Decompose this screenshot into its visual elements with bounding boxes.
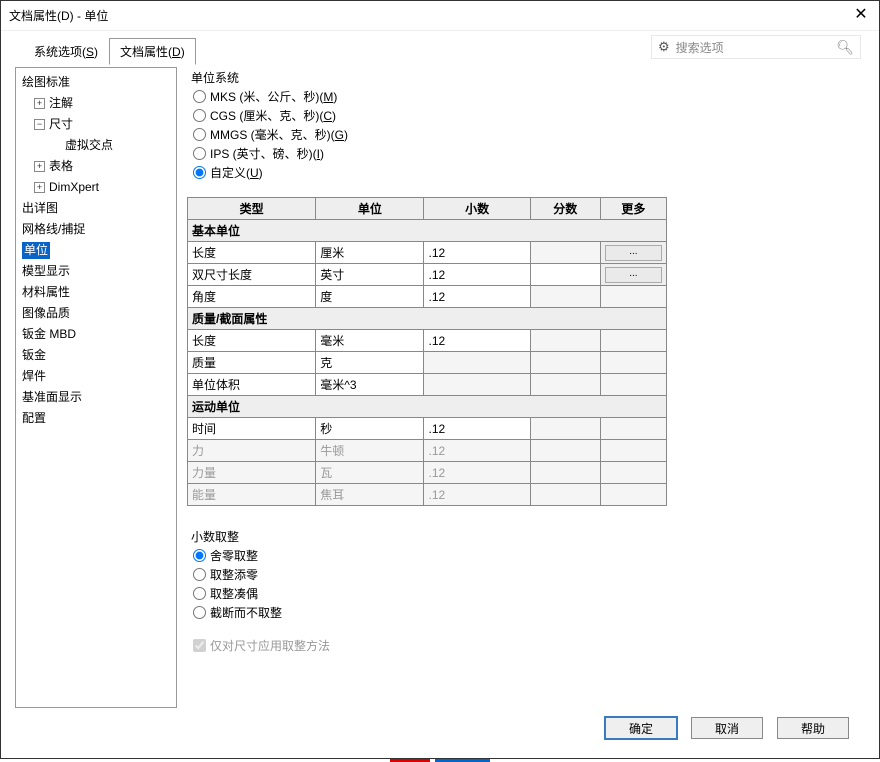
rounding-group: 小数取整 舍零取整 取整添零 取整凑偶 截断而不取整 bbox=[187, 528, 865, 621]
tree-item-model-display[interactable]: 模型显示 bbox=[18, 261, 174, 282]
nav-tree: 绘图标准 +注解 −尺寸 虚拟交点 +表格 +DimXpert 出详图 网格线/… bbox=[15, 67, 177, 708]
col-unit: 单位 bbox=[316, 198, 424, 220]
tree-item-units[interactable]: 单位 bbox=[18, 240, 174, 261]
cell-unit[interactable]: 毫米 bbox=[316, 330, 424, 352]
row-force: 力 牛顿 .12 bbox=[188, 440, 667, 462]
row-dual-length: 双尺寸长度 英寸 .12 ... bbox=[188, 264, 667, 286]
cell-decimals[interactable]: .12 bbox=[424, 242, 530, 264]
magnifier-icon: 🔍︎ bbox=[836, 39, 854, 56]
tree-item-configurations[interactable]: 配置 bbox=[18, 408, 174, 429]
more-button[interactable]: ... bbox=[605, 245, 662, 261]
tree-item-image-quality[interactable]: 图像品质 bbox=[18, 303, 174, 324]
col-decimals: 小数 bbox=[424, 198, 530, 220]
tab-system-options[interactable]: 系统选项(S) bbox=[23, 38, 109, 65]
titlebar: 文档属性(D) - 单位 ✕ bbox=[1, 1, 879, 31]
more-button[interactable]: ... bbox=[605, 267, 662, 283]
search-placeholder: 搜索选项 bbox=[676, 39, 724, 56]
cell-decimals[interactable]: .12 bbox=[424, 264, 530, 286]
tree-item-annotation[interactable]: +注解 bbox=[18, 93, 174, 114]
tab-bar: 系统选项(S) 文档属性(D) ⚙ 搜索选项 🔍︎ bbox=[1, 31, 879, 65]
gear-icon: ⚙ bbox=[658, 39, 670, 55]
cell-decimals[interactable]: .12 bbox=[424, 418, 530, 440]
tree-item-material-props[interactable]: 材料属性 bbox=[18, 282, 174, 303]
rounding-label: 小数取整 bbox=[191, 528, 865, 545]
unit-system-label: 单位系统 bbox=[191, 69, 865, 86]
search-input[interactable]: ⚙ 搜索选项 🔍︎ bbox=[651, 35, 861, 59]
tree-item-plane-display[interactable]: 基准面显示 bbox=[18, 387, 174, 408]
row-mass-length: 长度 毫米 .12 bbox=[188, 330, 667, 352]
expand-icon[interactable]: + bbox=[34, 161, 45, 172]
cell-unit[interactable]: 度 bbox=[316, 286, 424, 308]
tab-document-properties[interactable]: 文档属性(D) bbox=[109, 38, 196, 65]
row-power: 力量 瓦 .12 bbox=[188, 462, 667, 484]
help-button[interactable]: 帮助 bbox=[777, 717, 849, 739]
expand-icon[interactable]: + bbox=[34, 182, 45, 193]
tree-item-drawing-standard[interactable]: 绘图标准 bbox=[18, 72, 174, 93]
tree-item-tables[interactable]: +表格 bbox=[18, 156, 174, 177]
tree-item-dimension[interactable]: −尺寸 bbox=[18, 114, 174, 135]
radio-round-half-away[interactable]: 舍零取整 bbox=[193, 547, 865, 564]
content-pane: 单位系统 MKS (米、公斤、秒)(M) CGS (厘米、克、秒)(C) MMG… bbox=[187, 67, 865, 708]
expand-icon[interactable]: + bbox=[34, 98, 45, 109]
section-basic-units: 基本单位 bbox=[188, 220, 667, 242]
tree-item-weldments[interactable]: 焊件 bbox=[18, 366, 174, 387]
section-mass-props: 质量/截面属性 bbox=[188, 308, 667, 330]
table-header-row: 类型 单位 小数 分数 更多 bbox=[188, 198, 667, 220]
cell-unit[interactable]: 毫米^3 bbox=[316, 374, 424, 396]
radio-truncate[interactable]: 截断而不取整 bbox=[193, 604, 865, 621]
unit-system-group: 单位系统 MKS (米、公斤、秒)(M) CGS (厘米、克、秒)(C) MMG… bbox=[187, 69, 865, 181]
row-unit-volume: 单位体积 毫米^3 bbox=[188, 374, 667, 396]
cell-unit[interactable]: 厘米 bbox=[316, 242, 424, 264]
row-angle: 角度 度 .12 bbox=[188, 286, 667, 308]
tree-item-detailing[interactable]: 出详图 bbox=[18, 198, 174, 219]
dialog-window: 文档属性(D) - 单位 ✕ 系统选项(S) 文档属性(D) ⚙ 搜索选项 🔍︎… bbox=[0, 0, 880, 759]
col-fractions: 分数 bbox=[530, 198, 600, 220]
close-icon[interactable]: ✕ bbox=[851, 5, 871, 25]
radio-mmgs[interactable]: MMGS (毫米、克、秒)(G) bbox=[193, 126, 865, 143]
radio-mks[interactable]: MKS (米、公斤、秒)(M) bbox=[193, 88, 865, 105]
cell-decimals[interactable]: .12 bbox=[424, 286, 530, 308]
row-mass: 质量 克 bbox=[188, 352, 667, 374]
radio-round-even[interactable]: 取整凑偶 bbox=[193, 585, 865, 602]
apply-rounding-checkbox: 仅对尺寸应用取整方法 bbox=[193, 637, 865, 654]
radio-round-half-zero[interactable]: 取整添零 bbox=[193, 566, 865, 583]
dialog-footer: 确定 取消 帮助 bbox=[15, 708, 865, 748]
tree-item-sheet-metal[interactable]: 钣金 bbox=[18, 345, 174, 366]
cell-decimals[interactable]: .12 bbox=[424, 330, 530, 352]
window-title: 文档属性(D) - 单位 bbox=[9, 7, 108, 24]
col-type: 类型 bbox=[188, 198, 316, 220]
collapse-icon[interactable]: − bbox=[34, 119, 45, 130]
row-energy: 能量 焦耳 .12 bbox=[188, 484, 667, 506]
cell-unit[interactable]: 英寸 bbox=[316, 264, 424, 286]
row-time: 时间 秒 .12 bbox=[188, 418, 667, 440]
radio-custom[interactable]: 自定义(U) bbox=[193, 164, 865, 181]
col-more: 更多 bbox=[600, 198, 666, 220]
units-table: 类型 单位 小数 分数 更多 基本单位 长度 厘米 .12 ... bbox=[187, 197, 667, 506]
tree-item-sheet-metal-mbd[interactable]: 钣金 MBD bbox=[18, 324, 174, 345]
cell-unit[interactable]: 秒 bbox=[316, 418, 424, 440]
tree-item-virtual-sharp[interactable]: 虚拟交点 bbox=[18, 135, 174, 156]
section-motion-units: 运动单位 bbox=[188, 396, 667, 418]
ok-button[interactable]: 确定 bbox=[605, 717, 677, 739]
tree-item-dimxpert[interactable]: +DimXpert bbox=[18, 177, 174, 198]
cell-unit[interactable]: 克 bbox=[316, 352, 424, 374]
radio-ips[interactable]: IPS (英寸、磅、秒)(I) bbox=[193, 145, 865, 162]
row-length: 长度 厘米 .12 ... bbox=[188, 242, 667, 264]
dialog-body: 绘图标准 +注解 −尺寸 虚拟交点 +表格 +DimXpert 出详图 网格线/… bbox=[1, 65, 879, 758]
radio-cgs[interactable]: CGS (厘米、克、秒)(C) bbox=[193, 107, 865, 124]
cancel-button[interactable]: 取消 bbox=[691, 717, 763, 739]
tree-item-grid-snap[interactable]: 网格线/捕捉 bbox=[18, 219, 174, 240]
